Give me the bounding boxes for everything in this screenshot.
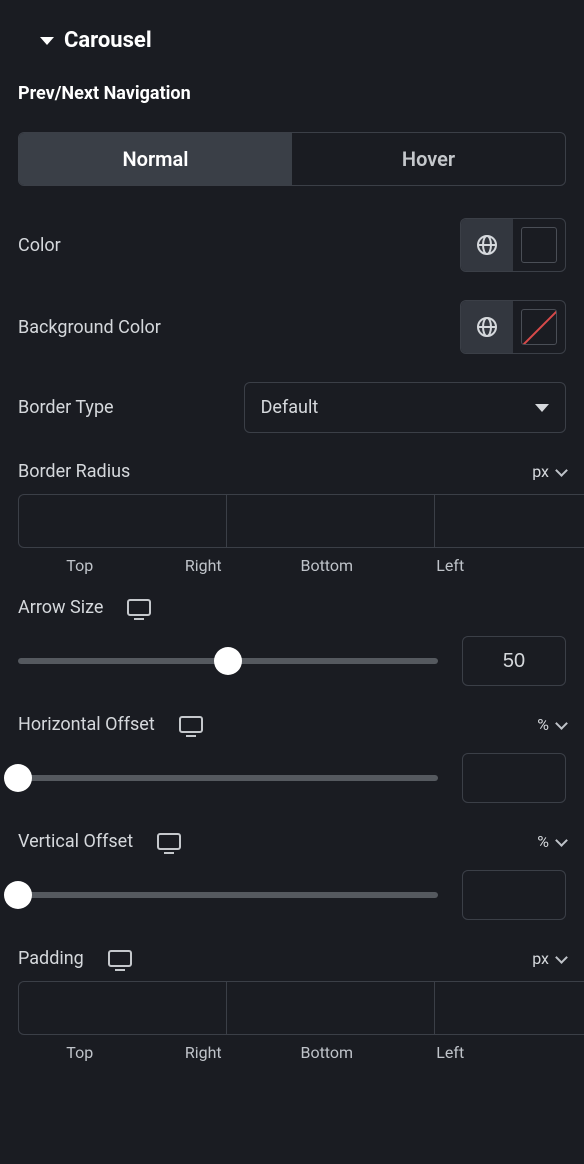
dim-label-left: Left <box>389 1043 513 1062</box>
h-offset-slider[interactable] <box>18 775 438 781</box>
desktop-icon[interactable] <box>179 716 203 733</box>
tab-hover[interactable]: Hover <box>292 133 565 185</box>
v-offset-slider[interactable] <box>18 892 438 898</box>
dim-label-top: Top <box>18 556 142 575</box>
v-offset-input[interactable] <box>462 870 566 920</box>
tab-normal[interactable]: Normal <box>19 133 292 185</box>
v-offset-unit-picker[interactable]: % <box>537 832 566 851</box>
color-control <box>460 218 566 272</box>
chevron-down-icon <box>555 464 568 477</box>
border-radius-top-input[interactable] <box>18 494 226 548</box>
bgcolor-label: Background Color <box>18 317 161 338</box>
empty-swatch-icon <box>521 227 557 263</box>
chevron-down-icon <box>555 951 568 964</box>
dim-label-bottom: Bottom <box>265 1043 389 1062</box>
padding-unit: px <box>532 949 549 968</box>
chevron-down-icon <box>555 717 568 730</box>
h-offset-label: Horizontal Offset <box>18 714 155 735</box>
arrow-size-input[interactable] <box>462 636 566 686</box>
border-radius-unit: px <box>532 462 549 481</box>
desktop-icon[interactable] <box>127 599 151 616</box>
dim-label-bottom: Bottom <box>265 556 389 575</box>
slider-thumb[interactable] <box>4 881 32 909</box>
border-radius-label: Border Radius <box>18 461 130 482</box>
globe-icon <box>475 233 499 257</box>
h-offset-input[interactable] <box>462 753 566 803</box>
dim-label-right: Right <box>142 556 266 575</box>
desktop-icon[interactable] <box>157 833 181 850</box>
slider-thumb[interactable] <box>214 647 242 675</box>
padding-top-input[interactable] <box>18 981 226 1035</box>
color-swatch-button[interactable] <box>513 219 565 271</box>
chevron-down-icon <box>535 404 549 412</box>
section-header-carousel[interactable]: Carousel <box>40 28 566 53</box>
state-tabs: Normal Hover <box>18 132 566 186</box>
h-offset-unit: % <box>537 715 549 734</box>
h-offset-unit-picker[interactable]: % <box>537 715 566 734</box>
no-color-swatch-icon <box>521 309 557 345</box>
nav-heading: Prev/Next Navigation <box>18 83 566 104</box>
v-offset-label: Vertical Offset <box>18 831 133 852</box>
border-radius-right-input[interactable] <box>226 494 434 548</box>
border-radius-unit-picker[interactable]: px <box>532 462 566 481</box>
caret-down-icon <box>40 37 54 45</box>
dim-label-left: Left <box>389 556 513 575</box>
padding-label: Padding <box>18 948 84 969</box>
v-offset-unit: % <box>537 832 549 851</box>
border-type-label: Border Type <box>18 397 114 418</box>
globe-icon <box>475 315 499 339</box>
slider-thumb[interactable] <box>4 764 32 792</box>
bg-color-swatch-button[interactable] <box>513 301 565 353</box>
padding-right-input[interactable] <box>226 981 434 1035</box>
dim-label-right: Right <box>142 1043 266 1062</box>
global-color-button[interactable] <box>461 219 513 271</box>
arrow-size-slider[interactable] <box>18 658 438 664</box>
arrow-size-label: Arrow Size <box>18 597 103 618</box>
padding-bottom-input[interactable] <box>434 981 584 1035</box>
padding-unit-picker[interactable]: px <box>532 949 566 968</box>
section-title: Carousel <box>64 28 152 53</box>
bgcolor-control <box>460 300 566 354</box>
color-label: Color <box>18 235 61 256</box>
border-type-value: Default <box>261 397 319 418</box>
desktop-icon[interactable] <box>108 950 132 967</box>
chevron-down-icon <box>555 834 568 847</box>
border-type-select[interactable]: Default <box>244 382 566 433</box>
border-radius-bottom-input[interactable] <box>434 494 584 548</box>
dim-label-top: Top <box>18 1043 142 1062</box>
bg-global-color-button[interactable] <box>461 301 513 353</box>
